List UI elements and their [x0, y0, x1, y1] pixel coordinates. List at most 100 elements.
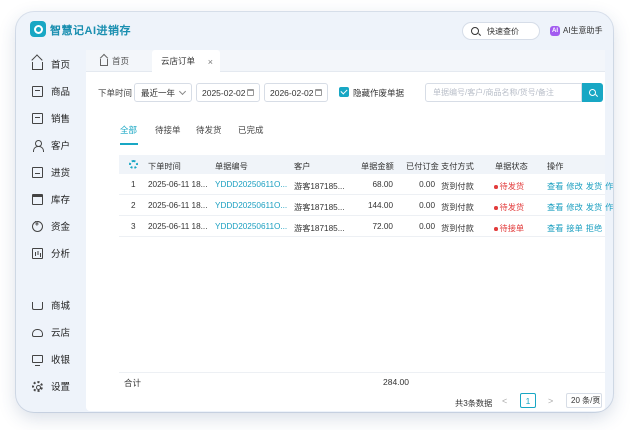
truck-icon: [32, 166, 43, 178]
close-icon[interactable]: ×: [208, 57, 213, 67]
quick-price-label: 快速查价: [487, 26, 519, 36]
top-bar: 智慧记AI进销存 快速查价 AI AI生意助手: [16, 12, 613, 46]
void-link[interactable]: 作废: [605, 182, 613, 191]
pagination: 共3条数据 < 1 > 20 条/页: [86, 392, 605, 408]
sidebar-item-cashier[interactable]: 收银: [32, 351, 70, 367]
tab-home[interactable]: 首页: [100, 50, 129, 72]
page-size-select[interactable]: 20 条/页: [566, 393, 602, 408]
sidebar-item-customers[interactable]: 客户: [32, 137, 70, 153]
ai-helper-button[interactable]: AI AI生意助手: [550, 25, 603, 36]
main-panel: 首页 云店订单 × 下单时间 最近一年 2025-02-02 2026-02-0…: [86, 50, 613, 411]
deposit-paid: 0.00: [419, 201, 435, 210]
warehouse-icon: [32, 193, 43, 205]
gear-icon: [32, 380, 43, 392]
time-range-value: 最近一年: [141, 87, 176, 98]
chevron-down-icon: [178, 87, 187, 96]
order-number-link[interactable]: YDDD20250611O...: [215, 201, 287, 210]
sidebar-item-label: 客户: [51, 141, 71, 152]
total-amount: 284.00: [383, 377, 409, 387]
sidebar-item-mall[interactable]: 商城: [32, 297, 70, 313]
time-range-select[interactable]: 最近一年: [134, 83, 192, 102]
home-icon: [32, 62, 43, 70]
sidebar-item-funds[interactable]: 资金: [32, 218, 70, 234]
order-number-link[interactable]: YDDD20250611O...: [215, 222, 287, 231]
sidebar-item-analysis[interactable]: 分析: [32, 245, 70, 261]
row-index: 1: [131, 180, 136, 189]
order-time-label: 下单时间: [98, 88, 133, 98]
page-number-button[interactable]: 1: [520, 393, 536, 408]
edit-link[interactable]: 修改: [566, 182, 582, 191]
quick-price-button[interactable]: 快速查价: [462, 22, 540, 40]
customer: 游客187185...: [294, 203, 345, 212]
sidebar-item-purchase[interactable]: 进货: [32, 164, 70, 180]
deposit-paid: 0.00: [419, 222, 435, 231]
end-date-field[interactable]: 2026-02-02: [264, 83, 328, 102]
column-header: 单据金额: [361, 162, 394, 171]
tab-cloud-orders-label: 云店订单: [161, 56, 196, 66]
sidebar-item-home[interactable]: 首页: [32, 56, 70, 72]
calendar-icon: [247, 89, 254, 96]
prev-page-icon[interactable]: <: [502, 396, 507, 406]
total-label: 合计: [124, 378, 142, 388]
sidebar-item-products[interactable]: 商品: [32, 83, 70, 99]
column-header: 支付方式: [441, 162, 474, 171]
table-row[interactable]: 3 2025-06-11 18... YDDD20250611O... 游客18…: [119, 216, 605, 237]
deposit-paid: 0.00: [419, 180, 435, 189]
customer: 游客187185...: [294, 224, 345, 233]
search-button[interactable]: [582, 83, 603, 102]
start-date-value: 2025-02-02: [202, 87, 246, 98]
order-time: 2025-06-11 18...: [148, 180, 208, 189]
sidebar-item-label: 资金: [51, 222, 71, 233]
column-settings-icon[interactable]: [129, 160, 138, 169]
tab-cloud-orders[interactable]: 云店订单 ×: [152, 50, 220, 72]
active-tab-indicator: [120, 143, 138, 145]
order-status: 待接单: [494, 222, 525, 234]
sidebar-item-label: 销售: [51, 114, 71, 125]
start-date-field[interactable]: 2025-02-02: [196, 83, 260, 102]
next-page-icon[interactable]: >: [548, 396, 553, 406]
row-index: 2: [131, 201, 136, 210]
sidebar-item-settings[interactable]: 设置: [32, 378, 70, 394]
sidebar-item-label: 首页: [51, 60, 71, 71]
yen-icon: [32, 220, 43, 232]
table-row[interactable]: 1 2025-06-11 18... YDDD20250611O... 游客18…: [119, 174, 613, 195]
sidebar-item-label: 设置: [51, 382, 71, 393]
ship-link[interactable]: 发货: [586, 182, 602, 191]
status-tab-pending-accept[interactable]: 待接单: [155, 124, 181, 136]
sidebar-item-cloud-store[interactable]: 云店: [32, 324, 70, 340]
search-icon: [589, 89, 596, 96]
edit-link[interactable]: 修改: [566, 203, 582, 212]
status-tab-completed[interactable]: 已完成: [238, 124, 264, 136]
view-link[interactable]: 查看: [547, 224, 563, 233]
column-header: 操作: [547, 162, 564, 171]
order-number-link[interactable]: YDDD20250611O...: [215, 180, 287, 189]
column-header: 客户: [294, 162, 311, 171]
end-date-value: 2026-02-02: [270, 87, 314, 98]
hide-void-checkbox[interactable]: [339, 87, 349, 97]
view-link[interactable]: 查看: [547, 203, 563, 212]
order-amount: 72.00: [372, 222, 394, 231]
void-link[interactable]: 作废: [605, 203, 613, 212]
search-icon: [471, 27, 479, 35]
order-search-input[interactable]: [425, 83, 582, 102]
status-tab-all[interactable]: 全部: [120, 124, 137, 136]
ship-link[interactable]: 发货: [586, 203, 602, 212]
view-link[interactable]: 查看: [547, 182, 563, 191]
chart-icon: [32, 247, 43, 259]
status-tab-pending-ship[interactable]: 待发货: [196, 124, 222, 136]
order-amount: 68.00: [372, 180, 394, 189]
order-status: 待发货: [494, 180, 525, 192]
reject-link[interactable]: 拒绝: [586, 224, 602, 233]
tab-home-label: 首页: [112, 56, 130, 66]
status-tabs: 全部 待接单 待发货 已完成: [86, 124, 605, 142]
hide-void-label[interactable]: 隐藏作废单据: [353, 87, 404, 99]
accept-link[interactable]: 接单: [566, 224, 582, 233]
sidebar-item-inventory[interactable]: 库存: [32, 191, 70, 207]
sidebar-item-label: 商品: [51, 87, 71, 98]
payment-method: 货到付款: [441, 182, 474, 191]
table-row[interactable]: 2 2025-06-11 18... YDDD20250611O... 游客18…: [119, 195, 613, 216]
order-status: 待发货: [494, 201, 525, 213]
sidebar-item-sales[interactable]: 销售: [32, 110, 70, 126]
row-index: 3: [131, 222, 136, 231]
column-header: 已付订金: [406, 162, 439, 171]
